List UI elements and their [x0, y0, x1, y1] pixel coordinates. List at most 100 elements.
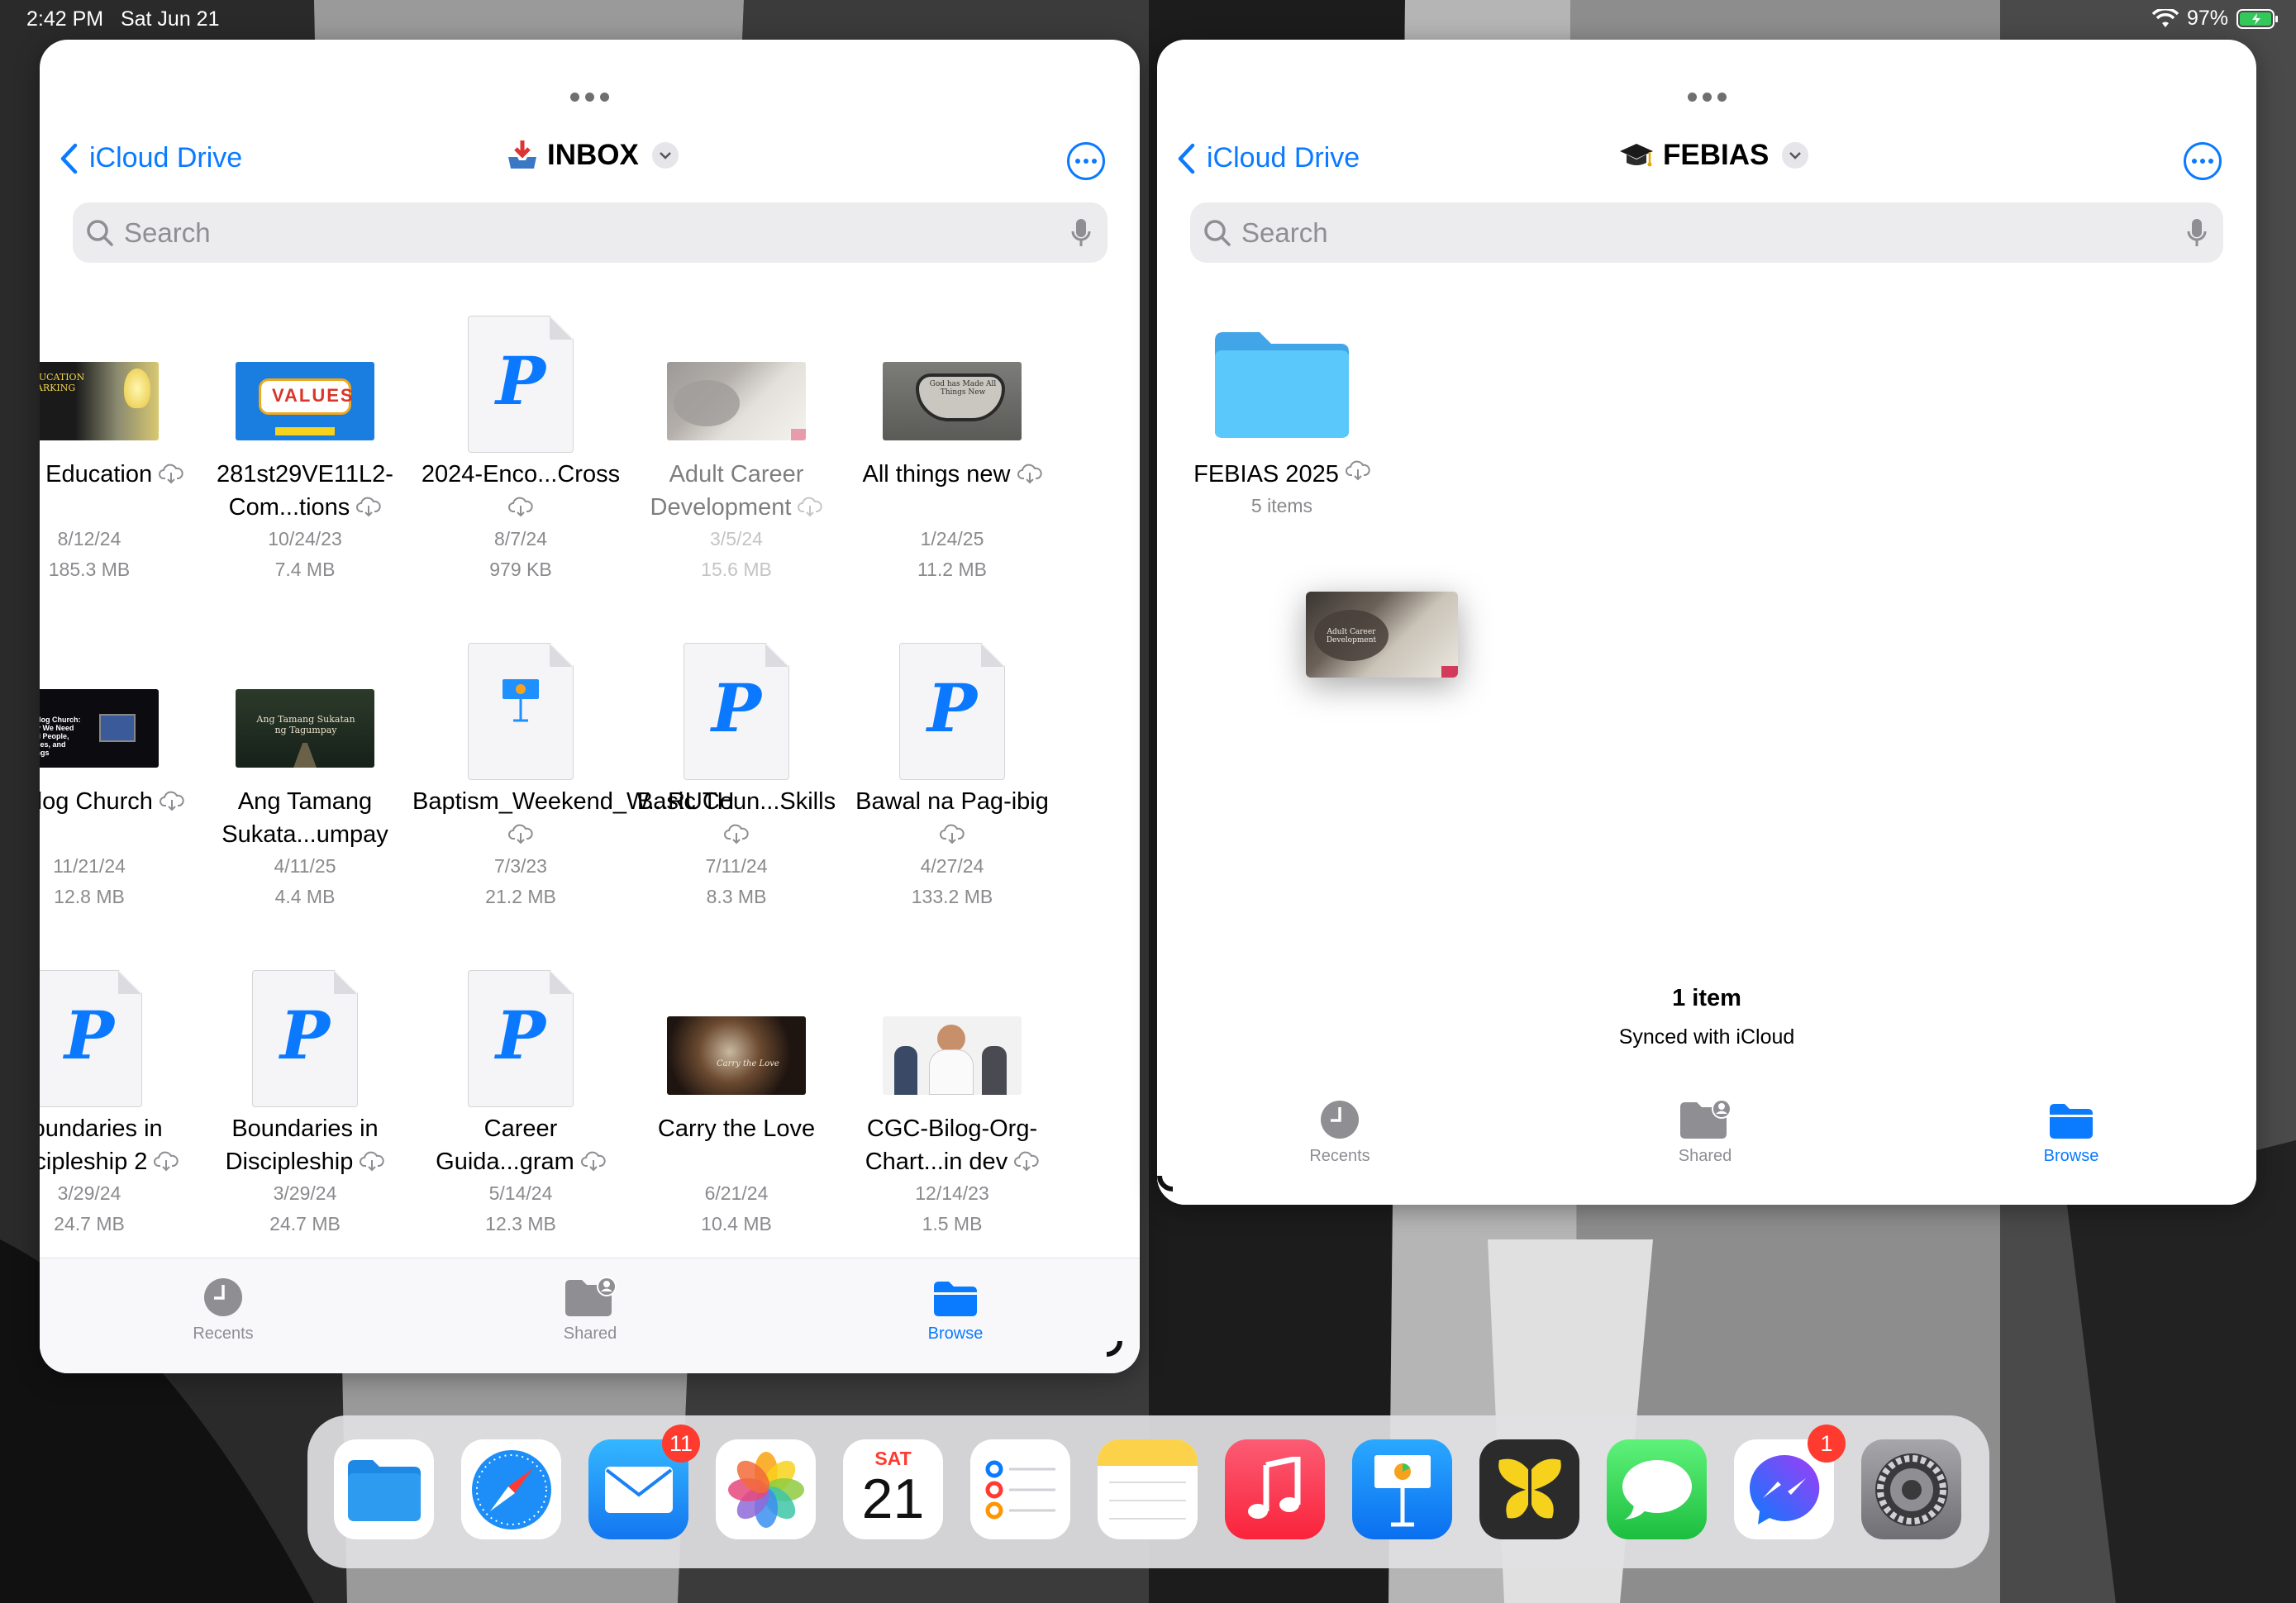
- files-app[interactable]: [334, 1439, 434, 1539]
- ulysses-app[interactable]: [1479, 1439, 1579, 1539]
- file-date: 8/7/24: [494, 528, 547, 549]
- file-size: 11.2 MB: [917, 559, 987, 580]
- cloud-download-icon: [1345, 460, 1370, 481]
- tab-shared-label: Shared: [563, 1325, 617, 1343]
- search-bar[interactable]: [1190, 202, 2223, 263]
- microphone-icon[interactable]: [1071, 218, 1091, 248]
- thumbnail-analog: Analog Church: Why We Need Real People, …: [40, 689, 159, 768]
- back-button[interactable]: iCloud Drive: [60, 142, 242, 174]
- calendar-day: SAT: [874, 1448, 912, 1469]
- keynote-document-icon: [468, 643, 574, 780]
- folder-title[interactable]: INBOX: [506, 139, 679, 172]
- file-date: 7/3/23: [494, 855, 547, 877]
- cloud-download-icon: [580, 1151, 606, 1172]
- dock: 11 SAT 21 1: [307, 1415, 1989, 1568]
- clock-icon: [204, 1278, 242, 1316]
- search-input[interactable]: [1241, 216, 2068, 249]
- shared-folder-icon: [1680, 1099, 1732, 1139]
- file-size: 7.4 MB: [274, 559, 336, 580]
- safari-app[interactable]: [461, 1439, 561, 1539]
- chevron-down-icon[interactable]: [1782, 142, 1809, 169]
- file-date: 7/11/24: [705, 855, 768, 877]
- file-name: Boundaries in Discipleship: [225, 1115, 379, 1175]
- pages-document-icon: P: [684, 643, 789, 780]
- file-date: 3/29/24: [273, 1182, 337, 1204]
- more-options-button[interactable]: [1067, 142, 1105, 180]
- mail-badge: 11: [662, 1425, 700, 1463]
- inbox-tray-icon: [508, 140, 536, 169]
- status-date: Sat Jun 21: [120, 7, 220, 31]
- messenger-app[interactable]: 1: [1734, 1425, 1846, 1539]
- music-icon: [1247, 1456, 1300, 1519]
- status-time: 2:42 PM: [26, 7, 104, 31]
- thumbnail-road: Ang Tamang Sukatan ng Tagumpay: [236, 689, 374, 768]
- tab-recents[interactable]: Recents: [1274, 1094, 1406, 1166]
- file-date: 3/5/24: [710, 528, 763, 549]
- search-icon: [87, 219, 113, 246]
- safari-icon: [471, 1449, 551, 1529]
- folder-title-text: FEBIAS: [1663, 139, 1770, 171]
- mail-icon: [604, 1466, 673, 1513]
- window-handle[interactable]: [564, 86, 614, 107]
- microphone-icon[interactable]: [2187, 218, 2207, 248]
- file-name: Basic Coun...Skills: [636, 788, 836, 815]
- cloud-download-icon: [508, 497, 533, 517]
- butterfly-icon: [1498, 1458, 1561, 1519]
- file-name: 2024-Enco...Cross: [421, 461, 621, 488]
- tab-recents[interactable]: Recents: [157, 1272, 289, 1344]
- file-name: 21C Education: [40, 461, 153, 488]
- settings-app[interactable]: [1861, 1439, 1961, 1539]
- pages-document-icon: P: [899, 643, 1005, 780]
- keynote-icon: [1374, 1454, 1431, 1526]
- search-bar[interactable]: [73, 202, 1108, 263]
- files-window-inbox: iCloud Drive INBOX EDUCATION SPARKING 21C…: [40, 40, 1140, 1373]
- cloud-download-icon: [160, 791, 184, 811]
- pages-document-icon: P: [252, 970, 358, 1107]
- file-size: 12.3 MB: [485, 1213, 556, 1234]
- tab-browse-label: Browse: [927, 1325, 984, 1343]
- file-name: Career Guida...gram: [436, 1115, 574, 1175]
- calendar-app[interactable]: SAT 21: [843, 1439, 943, 1539]
- tab-shared[interactable]: Shared: [524, 1272, 656, 1344]
- chevron-left-icon: [60, 143, 78, 174]
- tab-bar: Recents Shared Browse: [40, 1258, 1140, 1373]
- reminders-icon: [985, 1460, 1055, 1519]
- tab-recents-label: Recents: [1309, 1147, 1370, 1165]
- folder-meta: 5 items: [1250, 495, 1313, 516]
- back-button[interactable]: iCloud Drive: [1177, 142, 1360, 174]
- photos-app[interactable]: [716, 1439, 816, 1539]
- pages-document-icon: P: [40, 970, 142, 1107]
- file-date: 12/14/23: [915, 1182, 989, 1204]
- tab-browse[interactable]: Browse: [2005, 1094, 2137, 1166]
- cloud-download-icon: [1014, 1151, 1039, 1172]
- more-options-button[interactable]: [2184, 142, 2222, 180]
- clock-icon: [1321, 1101, 1359, 1139]
- keynote-app[interactable]: [1352, 1439, 1452, 1539]
- folder-icon: [1215, 332, 1349, 438]
- mail-app[interactable]: 11: [588, 1425, 700, 1539]
- file-date: 5/14/24: [488, 1182, 553, 1204]
- graduation-cap-icon: [1620, 144, 1653, 167]
- battery-percent: 97%: [2186, 7, 2228, 30]
- music-app[interactable]: [1225, 1439, 1325, 1539]
- chevron-down-icon[interactable]: [651, 142, 679, 169]
- reminders-app[interactable]: [970, 1439, 1070, 1539]
- folder-title[interactable]: FEBIAS: [1618, 139, 1809, 172]
- drag-preview[interactable]: Adult Career Development: [1306, 592, 1458, 678]
- cloud-download-icon: [360, 1151, 385, 1172]
- notes-app[interactable]: [1098, 1439, 1198, 1539]
- photos-icon: [727, 1451, 804, 1528]
- back-label: iCloud Drive: [89, 142, 243, 174]
- folder-title-text: INBOX: [547, 139, 639, 171]
- thumbnail-career: [667, 362, 806, 440]
- file-date: 10/24/23: [268, 528, 342, 549]
- back-label: iCloud Drive: [1207, 142, 1360, 174]
- file-size: 24.7 MB: [269, 1213, 341, 1234]
- tab-browse[interactable]: Browse: [889, 1272, 1022, 1344]
- messages-app[interactable]: [1607, 1439, 1707, 1539]
- files-window-febias: iCloud Drive FEBIAS FEBIAS 2025 5 items …: [1157, 40, 2256, 1205]
- tab-shared[interactable]: Shared: [1639, 1094, 1771, 1166]
- window-handle[interactable]: [1682, 86, 1732, 107]
- tab-bar: Recents Shared Browse: [1157, 1081, 2256, 1205]
- search-input[interactable]: [124, 216, 950, 249]
